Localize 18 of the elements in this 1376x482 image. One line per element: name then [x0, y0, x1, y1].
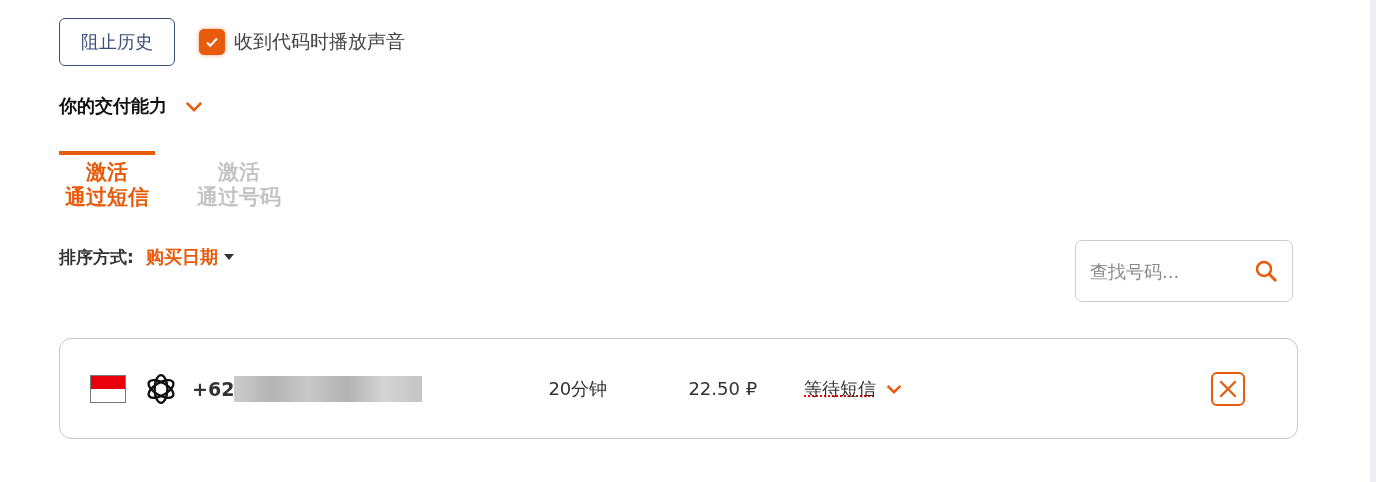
status-dropdown[interactable]: 等待短信	[804, 376, 903, 401]
caret-icon	[223, 254, 234, 260]
phone-number: +62	[192, 377, 235, 400]
price: 22.50 ₽	[688, 378, 759, 399]
duration: 20分钟	[548, 376, 609, 401]
search-field[interactable]: 查找号码...	[1075, 240, 1293, 302]
checkbox[interactable]	[199, 29, 225, 55]
chevron-icon	[886, 383, 903, 394]
block-history-button[interactable]: 阻止历史	[59, 18, 175, 66]
sound-option-label: 收到代码时播放声音	[234, 29, 405, 54]
sort-label: 排序方式:	[59, 245, 134, 269]
sort-dropdown[interactable]: 购买日期	[145, 245, 234, 269]
search-icon[interactable]	[1254, 259, 1278, 283]
tab[interactable]: 激活 通过短信	[59, 151, 155, 210]
cancel-button[interactable]	[1211, 371, 1245, 406]
flag-icon	[90, 374, 126, 403]
chevron-icon	[185, 100, 203, 112]
capabilities-toggle[interactable]: 你的交付能力	[59, 94, 203, 118]
